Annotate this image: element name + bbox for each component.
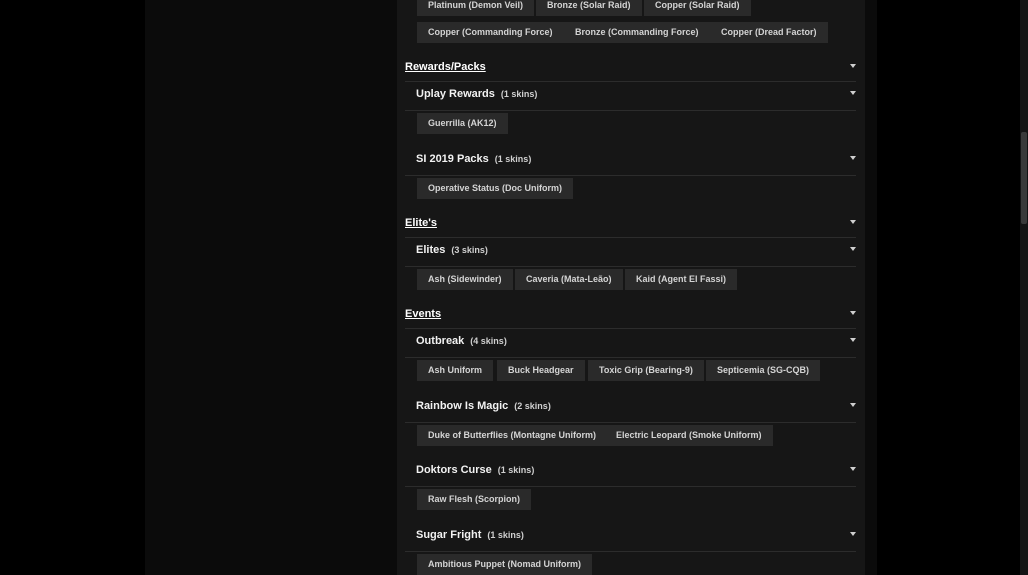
skin-chip[interactable]: Ash (Sidewinder) [417,269,513,290]
scrollbar-thumb[interactable] [1021,132,1027,224]
caret-down-icon[interactable] [850,403,856,407]
skin-chip[interactable]: Copper (Solar Raid) [644,0,751,16]
group-title: Sugar Fright (1 skins) [416,529,524,541]
skin-chip[interactable]: Copper (Dread Factor) [710,22,828,43]
page: Platinum (Demon Veil) Bronze (Solar Raid… [0,0,1028,575]
skin-chip[interactable]: Bronze (Commanding Force) [564,22,710,43]
skin-chip[interactable]: Guerrilla (AK12) [417,113,508,134]
skin-chip[interactable]: Caveria (Mata-Leão) [515,269,623,290]
section-title[interactable]: Rewards/Packs [405,61,486,73]
right-gutter [865,0,877,575]
group-title: Uplay Rewards (1 skins) [416,88,538,100]
section-header-elites[interactable]: Elite's [405,217,856,238]
group-title: Rainbow Is Magic (2 skins) [416,400,551,412]
group-header-elites[interactable]: Elites (3 skins) [405,244,856,267]
group-count: (2 skins) [514,401,551,411]
group-count: (1 skins) [487,530,524,540]
skin-chip[interactable]: Toxic Grip (Bearing-9) [588,360,704,381]
caret-down-icon[interactable] [850,91,856,95]
caret-down-icon[interactable] [850,220,856,224]
caret-down-icon[interactable] [850,467,856,471]
group-header-outbreak[interactable]: Outbreak (4 skins) [405,335,856,358]
group-header-doktors-curse[interactable]: Doktors Curse (1 skins) [405,464,856,487]
skin-chip[interactable]: Ambitious Puppet (Nomad Uniform) [417,554,592,575]
group-header-rainbow-is-magic[interactable]: Rainbow Is Magic (2 skins) [405,400,856,423]
caret-down-icon[interactable] [850,247,856,251]
skin-chip[interactable]: Electric Leopard (Smoke Uniform) [605,425,773,446]
skin-chip[interactable]: Septicemia (SG-CQB) [706,360,821,381]
group-count: (1 skins) [500,89,538,99]
group-count: (1 skins) [494,154,532,164]
skin-chip[interactable]: Buck Headgear [497,360,585,381]
section-title[interactable]: Events [405,308,441,320]
group-header-sugar-fright[interactable]: Sugar Fright (1 skins) [405,529,856,552]
group-title: Doktors Curse (1 skins) [416,464,535,476]
group-title: Outbreak (4 skins) [416,335,507,347]
caret-down-icon[interactable] [850,64,856,68]
section-title[interactable]: Elite's [405,217,437,229]
group-title: Elites (3 skins) [416,244,488,256]
skin-chip[interactable]: Platinum (Demon Veil) [417,0,535,16]
skin-chip[interactable]: Kaid (Agent El Fassi) [625,269,738,290]
section-header-rewards-packs[interactable]: Rewards/Packs [405,61,856,82]
skin-chip[interactable]: Copper (Commanding Force) [417,22,564,43]
caret-down-icon[interactable] [850,338,856,342]
skin-chip[interactable]: Raw Flesh (Scorpion) [417,489,532,510]
group-count: (4 skins) [470,336,507,346]
scrollbar-track[interactable] [1020,0,1028,575]
group-header-uplay-rewards[interactable]: Uplay Rewards (1 skins) [405,88,856,111]
skin-chip[interactable]: Ash Uniform [417,360,493,381]
skin-chip[interactable]: Duke of Butterflies (Montagne Uniform) [417,425,607,446]
caret-down-icon[interactable] [850,532,856,536]
caret-down-icon[interactable] [850,156,856,160]
skin-chip[interactable]: Operative Status (Doc Uniform) [417,178,574,199]
caret-down-icon[interactable] [850,311,856,315]
group-count: (3 skins) [451,245,488,255]
left-gutter [145,0,397,575]
group-title: SI 2019 Packs (1 skins) [416,153,532,165]
group-header-si-2019-packs[interactable]: SI 2019 Packs (1 skins) [405,153,856,176]
section-header-events[interactable]: Events [405,308,856,329]
skin-chip[interactable]: Bronze (Solar Raid) [536,0,642,16]
group-count: (1 skins) [497,465,535,475]
